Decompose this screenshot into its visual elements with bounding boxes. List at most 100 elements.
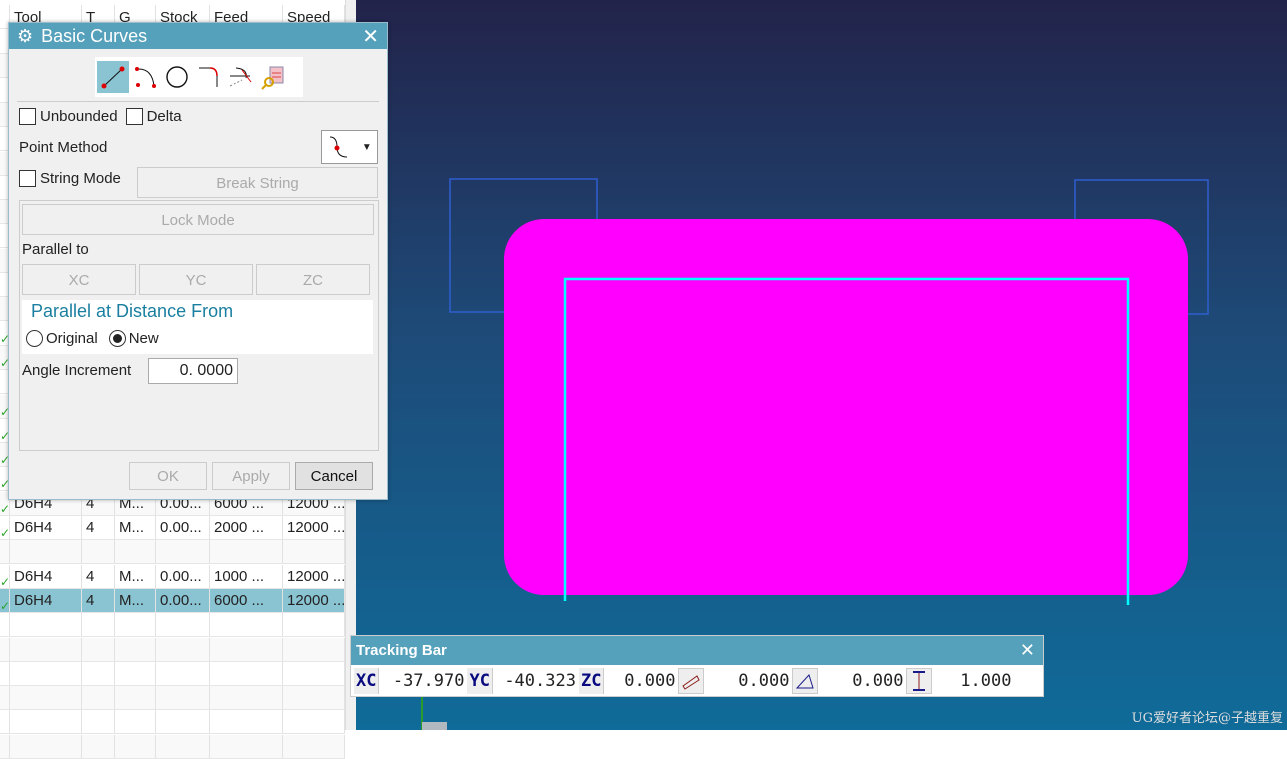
xc-label: XC (354, 668, 380, 694)
close-icon[interactable]: ✕ (1020, 640, 1035, 661)
offset-field[interactable]: 1.000 (932, 671, 1014, 691)
break-string-button[interactable]: Break String (137, 167, 378, 198)
cell-feed (210, 637, 283, 661)
string-mode-label: String Mode (40, 170, 121, 187)
basic-curves-dialog: ⚙ Basic Curves ✕ Unbounded Delta Point M… (8, 22, 388, 500)
curve-type-toolbar (95, 57, 303, 97)
cell-g (115, 661, 156, 685)
row-status (0, 734, 10, 758)
table-row[interactable] (0, 613, 345, 638)
row-status (0, 661, 10, 685)
length-field[interactable]: 0.000 (704, 671, 792, 691)
yc-label: YC (467, 668, 493, 694)
parallel-xc-button[interactable]: XC (22, 264, 136, 295)
cell-feed: 6000 ... (210, 588, 283, 612)
angle-icon (792, 668, 819, 694)
trim-icon[interactable] (225, 61, 257, 93)
check-icon: ✓ (0, 526, 10, 539)
table-row[interactable]: ✓ D6H4 4 M... 0.00... 2000 ... 12000 ... (0, 516, 345, 540)
table-row[interactable]: ✓ D6H4 4 M... 0.00... 1000 ... 12000 ... (0, 564, 345, 589)
table-row[interactable] (0, 710, 345, 735)
point-method-dropdown[interactable]: ▼ (321, 130, 378, 164)
cell-t (82, 734, 115, 758)
check-icon: ✓ (0, 574, 10, 588)
angle-increment-input[interactable]: 0. 0000 (148, 358, 238, 384)
magenta-shape (504, 219, 1188, 595)
row-status (0, 686, 10, 710)
cell-stock (156, 540, 210, 564)
cell-tool (10, 637, 82, 661)
original-radio[interactable] (26, 330, 43, 347)
parallel-zc-button[interactable]: ZC (256, 264, 370, 295)
cell-feed (210, 734, 283, 758)
row-status: ✓ (0, 588, 10, 612)
wcs-marker (422, 722, 447, 730)
fillet-icon[interactable] (193, 61, 225, 93)
cell-speed (283, 734, 345, 758)
parallel-yc-button[interactable]: YC (139, 264, 253, 295)
cell-speed: 12000 ... (283, 516, 345, 539)
cell-stock: 0.00... (156, 588, 210, 612)
row-status (0, 540, 10, 564)
cell-stock (156, 686, 210, 710)
table-row[interactable] (0, 686, 345, 711)
row-status: ✓ (0, 516, 10, 539)
cell-speed: 12000 ... (283, 588, 345, 612)
cell-g (115, 540, 156, 564)
xc-field[interactable]: -37.970 (379, 671, 467, 691)
yc-field[interactable]: -40.323 (493, 671, 579, 691)
row-status: ✓ (0, 564, 10, 588)
parallel-distance-group: Parallel at Distance From Original New (22, 300, 373, 354)
string-mode-checkbox[interactable] (19, 170, 36, 187)
cell-tool (10, 613, 82, 637)
cell-feed (210, 661, 283, 685)
delta-label: Delta (146, 108, 182, 125)
cell-t: 4 (82, 516, 115, 539)
angle-field[interactable]: 0.000 (818, 671, 906, 691)
table-row[interactable]: ✓ D6H4 4 M... 0.00... 6000 ... 12000 ... (0, 588, 345, 613)
delta-checkbox[interactable] (125, 108, 143, 125)
close-icon[interactable]: ✕ (362, 24, 379, 49)
line-icon[interactable] (97, 61, 129, 93)
table-row[interactable] (0, 661, 345, 686)
table-row[interactable] (0, 637, 345, 662)
dialog-titlebar[interactable]: ⚙ Basic Curves ✕ (9, 23, 387, 49)
cell-t (82, 613, 115, 637)
graphics-viewport[interactable]: UG爱好者论坛@子越重复 (356, 0, 1287, 730)
cell-g (115, 637, 156, 661)
cell-feed: 1000 ... (210, 564, 283, 588)
edit-parameters-icon[interactable] (257, 61, 289, 93)
zc-field[interactable]: 0.000 (604, 671, 678, 691)
cell-feed (210, 686, 283, 710)
cell-t (82, 686, 115, 710)
inferred-point-icon (330, 136, 348, 158)
unbounded-checkbox[interactable] (19, 108, 36, 125)
length-icon (678, 668, 705, 694)
lock-mode-button[interactable]: Lock Mode (22, 204, 374, 235)
cell-t (82, 637, 115, 661)
zc-label: ZC (578, 668, 605, 694)
new-radio[interactable] (108, 330, 126, 347)
cell-tool: D6H4 (10, 516, 82, 539)
angle-increment-label: Angle Increment (22, 362, 132, 379)
cell-tool (10, 540, 82, 564)
table-row[interactable] (0, 540, 345, 565)
cell-t (82, 661, 115, 685)
tracking-bar: Tracking Bar ✕ XC -37.970 YC -40.323 ZC … (350, 635, 1044, 697)
cell-t: 4 (82, 564, 115, 588)
point-method-label: Point Method (19, 139, 108, 156)
cell-t (82, 540, 115, 564)
tracking-title: Tracking Bar (356, 642, 447, 659)
cell-speed (283, 661, 345, 685)
cell-stock (156, 661, 210, 685)
tracking-titlebar[interactable]: Tracking Bar ✕ (351, 636, 1043, 665)
arc-icon[interactable] (129, 61, 161, 93)
cell-feed (210, 540, 283, 564)
apply-button[interactable]: Apply (212, 462, 290, 490)
cell-tool: D6H4 (10, 588, 82, 612)
table-row[interactable] (0, 734, 345, 759)
cancel-button[interactable]: Cancel (295, 462, 373, 490)
ok-button[interactable]: OK (129, 462, 207, 490)
cell-g (115, 734, 156, 758)
circle-icon[interactable] (161, 61, 193, 93)
